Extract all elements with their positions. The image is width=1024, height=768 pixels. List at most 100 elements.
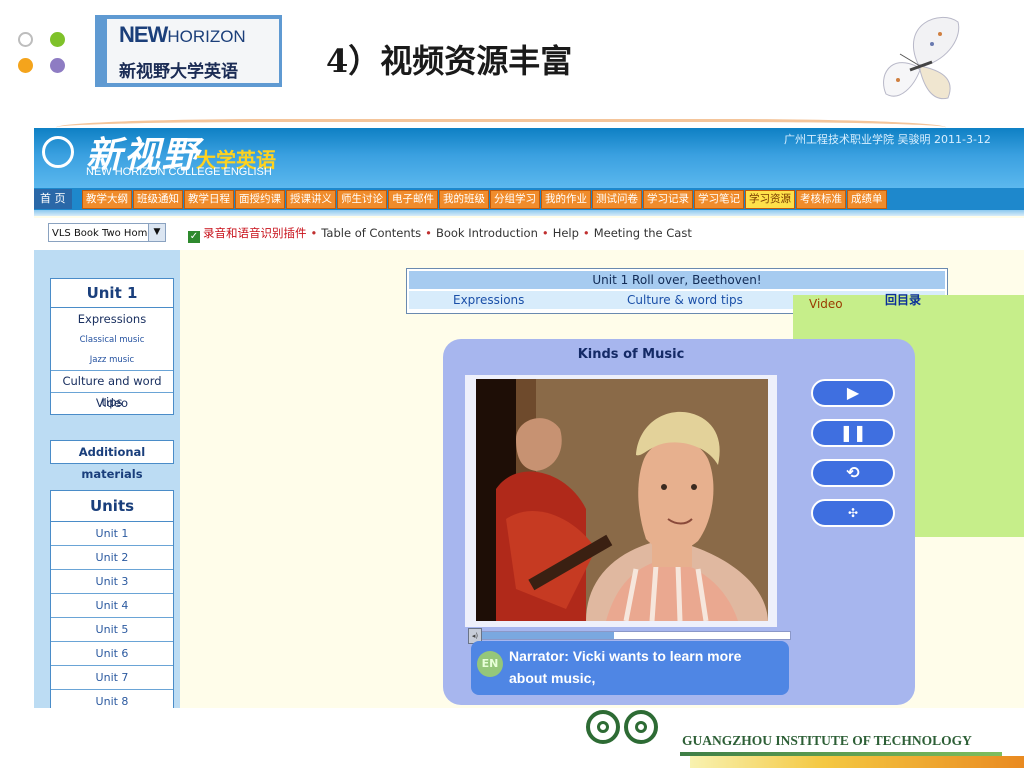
meeting-cast-link[interactable]: Meeting the Cast bbox=[594, 226, 692, 240]
book-select[interactable]: VLS Book Two Home ▼ bbox=[48, 223, 166, 242]
slide-title: 4）视频资源丰富 bbox=[326, 42, 573, 80]
video-title: Kinds of Music bbox=[577, 347, 685, 362]
caption-text: Narrator: Vicki wants to learn more abou… bbox=[509, 648, 742, 686]
fullscreen-button[interactable]: ✣ bbox=[811, 499, 895, 527]
nav-item[interactable]: 考核标准 bbox=[796, 190, 846, 209]
video-frame-image bbox=[476, 379, 768, 621]
separator-icon: • bbox=[582, 226, 590, 240]
nav-home[interactable]: 首 页 bbox=[34, 189, 72, 209]
content-area: Unit 1 Roll over, Beethoven! Expressions… bbox=[180, 250, 1024, 708]
dot-icon bbox=[18, 32, 33, 47]
back-to-contents-link[interactable]: 回目录 bbox=[885, 291, 921, 309]
dot-icon bbox=[50, 32, 65, 47]
loop-button[interactable]: ⟲ bbox=[811, 459, 895, 487]
butterfly-icon bbox=[883, 17, 960, 100]
unit-menu-title: Unit 1 bbox=[51, 279, 173, 308]
dot-icon bbox=[50, 58, 65, 73]
sidebar-item-video[interactable]: Video bbox=[51, 393, 173, 414]
separator-icon: • bbox=[425, 226, 432, 240]
unit-title: Unit 1 Roll over, Beethoven! bbox=[409, 271, 945, 289]
slide-header: NEWHORIZON 新视野大学英语 4）视频资源丰富 bbox=[0, 0, 1024, 100]
unit-menu: Unit 1 Expressions Classical music Jazz … bbox=[50, 278, 174, 415]
flower-decoration bbox=[690, 756, 1024, 768]
additional-materials[interactable]: Additional materials bbox=[50, 440, 174, 481]
separator-icon: • bbox=[310, 226, 318, 240]
caption-box: EN Narrator: Vicki wants to learn more a… bbox=[471, 641, 789, 695]
nav-item[interactable]: 教学大纲 bbox=[82, 190, 132, 209]
pause-icon: ❚❚ bbox=[839, 423, 867, 442]
video-player: Kinds of Music ◂) EN Narrator: Vicki wan… bbox=[443, 339, 915, 705]
sidebar-item-expressions[interactable]: Expressions bbox=[51, 308, 173, 330]
new-horizon-logo: NEWHORIZON 新视野大学英语 bbox=[95, 15, 282, 87]
tab-expressions[interactable]: Expressions bbox=[453, 291, 524, 309]
app-title-en: NEW HORIZON COLLEGE ENGLISH bbox=[86, 166, 272, 178]
user-info: 广州工程技术职业学院 吴骏明 2011-3-12 bbox=[784, 133, 991, 146]
sidebar: Unit 1 Expressions Classical music Jazz … bbox=[34, 250, 180, 708]
chevron-down-icon[interactable]: ▼ bbox=[148, 224, 165, 241]
units-title: Units bbox=[51, 491, 173, 522]
sidebar-unit-item[interactable]: Unit 3 bbox=[51, 570, 173, 594]
units-menu: Units Unit 1 Unit 2 Unit 3 Unit 4 Unit 5 Unit… bbox=[50, 490, 174, 708]
institute-emblem-icon bbox=[586, 710, 620, 744]
additional-materials-label: Additional materials bbox=[78, 445, 146, 481]
toolbar: VLS Book Two Home ▼ ✓ 录音和语音识别插件 • Table of … bbox=[34, 218, 1024, 250]
nav-item[interactable]: 授课讲义 bbox=[286, 190, 336, 209]
tab-culture-word-tips[interactable]: Culture & word tips bbox=[627, 291, 743, 309]
unit-tabs: Expressions Culture & word tips Video 回目… bbox=[409, 291, 1024, 537]
institute-name: GUANGZHOU INSTITUTE OF TECHNOLOGY bbox=[682, 733, 972, 748]
nav-item[interactable]: 电子邮件 bbox=[388, 190, 438, 209]
sidebar-unit-item[interactable]: Unit 2 bbox=[51, 546, 173, 570]
nav-item[interactable]: 学习记录 bbox=[643, 190, 693, 209]
sidebar-unit-item[interactable]: Unit 4 bbox=[51, 594, 173, 618]
help-link[interactable]: Help bbox=[553, 226, 579, 240]
sidebar-item-culture-tips[interactable]: Culture and word tips bbox=[51, 371, 173, 409]
nav-item[interactable]: 分组学习 bbox=[490, 190, 540, 209]
toolbar-links: ✓ 录音和语音识别插件 • Table of Contents • Book Introd… bbox=[188, 225, 692, 243]
sidebar-unit-item[interactable]: Unit 1 bbox=[51, 522, 173, 546]
app-window: 新视野 大学英语 NEW HORIZON COLLEGE ENGLISH 广州工… bbox=[34, 128, 1024, 708]
toc-link[interactable]: Table of Contents bbox=[321, 226, 421, 240]
nav-item[interactable]: 教学日程 bbox=[184, 190, 234, 209]
plugin-check-icon: ✓ bbox=[188, 231, 200, 243]
fullscreen-icon: ✣ bbox=[847, 506, 859, 520]
book-select-value: VLS Book Two Home bbox=[52, 228, 154, 239]
nav-item[interactable]: 学习笔记 bbox=[694, 190, 744, 209]
nav-item[interactable]: 成绩单 bbox=[847, 190, 887, 209]
sidebar-unit-item[interactable]: Unit 6 bbox=[51, 642, 173, 666]
nav-item[interactable]: 师生讨论 bbox=[337, 190, 387, 209]
sidebar-item-jazz-music[interactable]: Jazz music bbox=[51, 350, 173, 371]
progress-bar[interactable]: ◂) bbox=[468, 628, 791, 644]
logo-text: NEW bbox=[119, 22, 168, 47]
video-frame bbox=[465, 375, 777, 627]
sidebar-unit-item[interactable]: Unit 7 bbox=[51, 666, 173, 690]
progress-fill bbox=[470, 632, 614, 639]
play-button[interactable]: ▶ bbox=[811, 379, 895, 407]
nav-items: 教学大纲 班级通知 教学日程 面授约课 授课讲义 师生讨论 电子邮件 我的班级 分组学习 我的作业… bbox=[82, 190, 888, 209]
book-intro-link[interactable]: Book Introduction bbox=[436, 226, 538, 240]
logo-text: HORIZON bbox=[167, 27, 246, 46]
unit-header: Unit 1 Roll over, Beethoven! Expressions… bbox=[406, 268, 1024, 537]
logo-text-cn: 新视野大学英语 bbox=[119, 62, 238, 82]
decorative-dots bbox=[18, 32, 70, 76]
app-banner: 新视野 大学英语 NEW HORIZON COLLEGE ENGLISH 广州工… bbox=[34, 128, 1024, 188]
nav-item[interactable]: 测试问卷 bbox=[592, 190, 642, 209]
sidebar-item-classical-music[interactable]: Classical music bbox=[51, 330, 173, 350]
separator-icon: • bbox=[541, 226, 549, 240]
pause-button[interactable]: ❚❚ bbox=[811, 419, 895, 447]
sidebar-unit-item[interactable]: Unit 8 bbox=[51, 690, 173, 708]
app-logo-icon bbox=[42, 136, 74, 168]
nav-item[interactable]: 学习资源 bbox=[745, 190, 795, 209]
language-badge[interactable]: EN bbox=[477, 651, 503, 677]
nav-item[interactable]: 我的作业 bbox=[541, 190, 591, 209]
play-icon: ▶ bbox=[846, 383, 860, 402]
loop-icon: ⟲ bbox=[846, 463, 860, 482]
nav-item[interactable]: 我的班级 bbox=[439, 190, 489, 209]
nav-divider bbox=[34, 210, 1024, 216]
sidebar-unit-item[interactable]: Unit 5 bbox=[51, 618, 173, 642]
nav-item[interactable]: 班级通知 bbox=[133, 190, 183, 209]
nav-item[interactable]: 面授约课 bbox=[235, 190, 285, 209]
video-screen[interactable] bbox=[476, 379, 768, 621]
plugin-link[interactable]: 录音和语音识别插件 bbox=[203, 226, 307, 240]
dot-icon bbox=[18, 58, 33, 73]
main-nav: 首 页 教学大纲 班级通知 教学日程 面授约课 授课讲义 师生讨论 电子邮件 我的班级 分组学习… bbox=[34, 188, 1024, 210]
